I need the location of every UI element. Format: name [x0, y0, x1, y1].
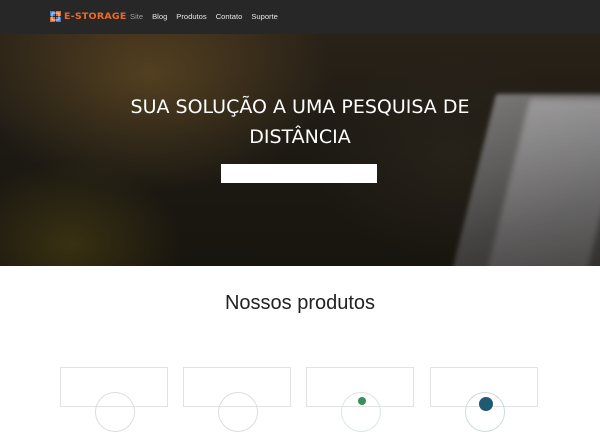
nav-item-suporte[interactable]: Suporte	[251, 0, 278, 34]
product-icon-4-mark	[479, 397, 493, 411]
product-card-1[interactable]	[60, 367, 168, 432]
nav-item-blog[interactable]: Blog	[152, 0, 167, 34]
hero-banner: SUA SOLUÇÃO A UMA PESQUISA DE DISTÂNCIA	[0, 34, 600, 266]
product-icon-3-dot	[358, 397, 366, 405]
product-card-4[interactable]	[430, 367, 538, 432]
hero-title: SUA SOLUÇÃO A UMA PESQUISA DE DISTÂNCIA	[100, 92, 500, 152]
top-navbar: e-storage Site Blog Produtos Contato Sup…	[0, 0, 600, 34]
nav-item-produtos[interactable]: Produtos	[176, 0, 206, 34]
product-icon-2	[218, 392, 258, 432]
nav-item-contato[interactable]: Contato	[216, 0, 243, 34]
hero-title-line-1: SUA SOLUÇÃO A UMA PESQUISA DE	[130, 96, 470, 118]
product-card-3[interactable]	[306, 367, 414, 432]
brand-logo[interactable]: e-storage	[50, 9, 127, 25]
product-icon-1	[95, 392, 135, 432]
products-section-title: Nossos produtos	[224, 292, 376, 314]
logo-text: e-storage	[64, 11, 127, 22]
main-nav: Site Blog Produtos Contato Suporte	[130, 0, 287, 34]
product-icon-4	[465, 392, 505, 432]
product-card-2[interactable]	[183, 367, 291, 432]
product-icon-3	[341, 392, 381, 432]
search-input[interactable]	[221, 164, 377, 183]
hero-title-line-2: DISTÂNCIA	[249, 126, 351, 148]
nav-item-site[interactable]: Site	[130, 0, 143, 34]
logo-icon	[50, 10, 61, 22]
